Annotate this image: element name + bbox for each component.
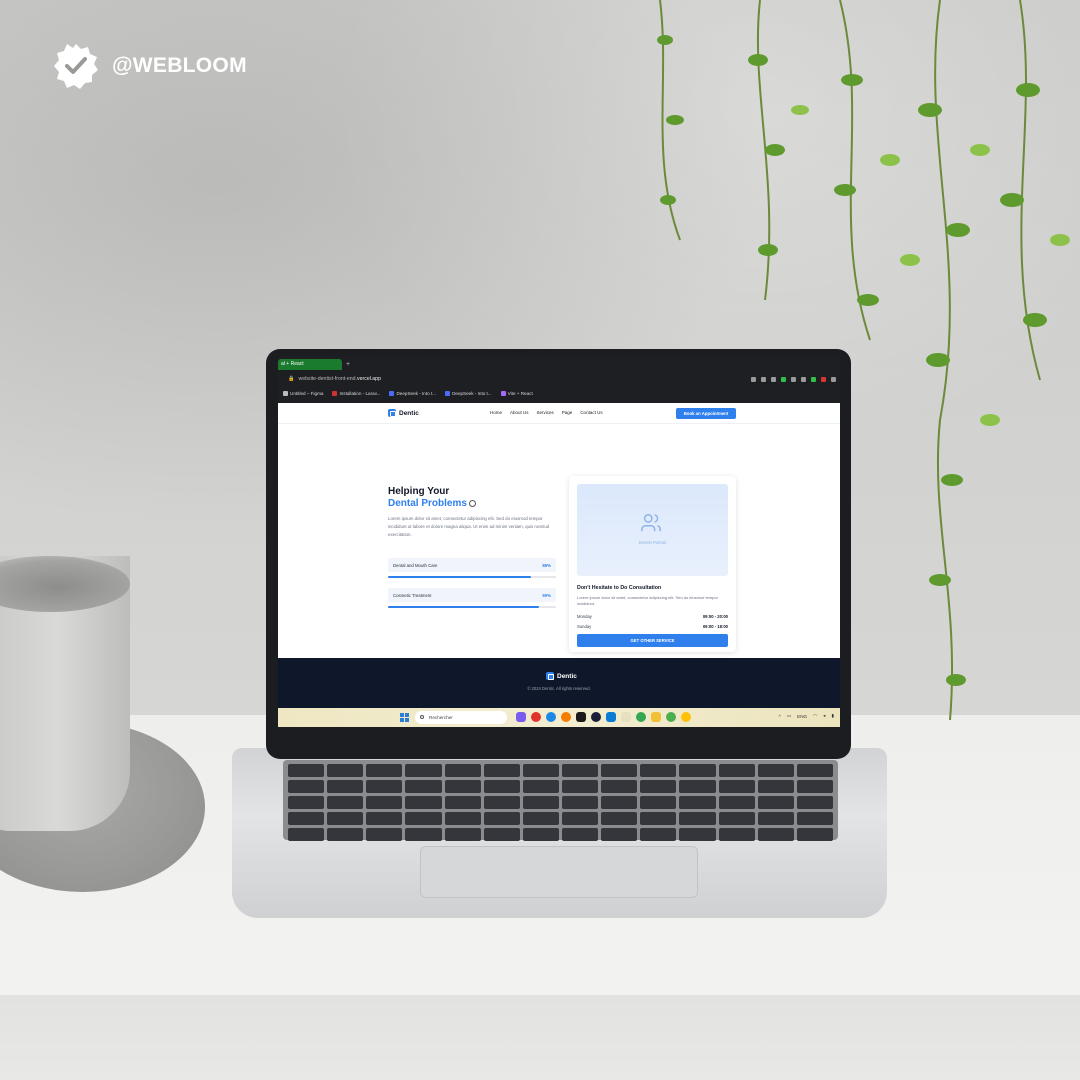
hours-row: Monday 09:00 - 20:00 [577, 613, 728, 619]
edge-icon[interactable] [546, 712, 556, 722]
chevron-up-icon[interactable]: ^ [779, 714, 781, 719]
skill-label: Cosmetic Treatment [393, 592, 432, 598]
browser-chrome: al + React + 🔒 website-dentist-front-end.… [278, 356, 840, 403]
browser-tab-active[interactable]: al + React [278, 359, 342, 370]
nav-home[interactable]: Home [490, 410, 502, 415]
language-indicator[interactable]: ENG [797, 714, 807, 719]
bookmark-item[interactable]: Vite + React [500, 391, 533, 396]
keyboard-icon[interactable]: ▭ [787, 713, 791, 719]
nav-about[interactable]: About Us [510, 410, 529, 415]
users-icon [641, 514, 661, 532]
progress-track [388, 576, 556, 578]
search-icon [420, 715, 424, 719]
laptop-screen: al + React + 🔒 website-dentist-front-end.… [278, 356, 840, 727]
app-icon[interactable] [666, 712, 676, 722]
photo-caption: Dentist Portrait [638, 540, 667, 545]
hero-title-line2: Dental Problems [388, 498, 476, 510]
skill-cosmetic: Cosmetic Treatment 90% [388, 588, 556, 608]
card-title: Don't Hesitate to Do Consultation [577, 585, 662, 591]
sync-icon[interactable] [831, 377, 836, 382]
screenshot-icon[interactable] [771, 377, 776, 382]
windows-start-icon[interactable] [400, 713, 409, 722]
adblock-icon[interactable] [821, 377, 826, 382]
nav-services[interactable]: Services [537, 410, 554, 415]
hero-section: Helping Your Dental Problems Lorem ipsum… [278, 424, 840, 658]
app-icon[interactable] [561, 712, 571, 722]
taskbar-search-input[interactable]: Rechercher [415, 711, 507, 724]
nav-contact[interactable]: Contact Us [580, 410, 602, 415]
dentist-photo-placeholder: Dentist Portrait [577, 484, 728, 576]
vite-icon [500, 391, 506, 396]
app-icon[interactable] [681, 712, 691, 722]
opening-hours: Monday 09:00 - 20:00 Sunday 09:00 - 18:00 [577, 611, 728, 631]
app-icon[interactable] [621, 712, 631, 722]
bookmark-item[interactable]: Installation - Larav... [332, 391, 380, 396]
nav-links: Home About Us Services Page Contact Us [490, 410, 603, 415]
deepseek-icon [445, 391, 451, 396]
translate-icon[interactable] [791, 377, 796, 382]
extensions-toolbar [751, 377, 836, 382]
zoom-icon[interactable] [751, 377, 756, 382]
bookmark-item[interactable]: DeepSeek - Into t... [445, 391, 492, 396]
brand-watermark: @WEBLOOM [52, 42, 247, 90]
bookmark-item[interactable]: Untitled – Figma [283, 391, 323, 396]
site-footer: Dentic © 2024 Dentic. All rights reserve… [278, 658, 840, 708]
heart-extension-icon[interactable] [811, 377, 816, 382]
smile-icon [468, 500, 476, 507]
consultation-card: Dentist Portrait Don't Hesitate to Do Co… [569, 476, 736, 652]
new-tab-button[interactable]: + [346, 359, 350, 370]
app-icon[interactable] [516, 712, 526, 722]
nav-page[interactable]: Page [562, 410, 573, 415]
book-appointment-button[interactable]: Book an Appointment [676, 408, 736, 419]
hero-description: Lorem ipsum dolor sit amet, consectetur … [388, 516, 550, 537]
play-icon[interactable] [801, 377, 806, 382]
taskbar-apps [516, 712, 691, 722]
footer-copyright: © 2024 Dentic. All rights reserved. [527, 686, 591, 691]
site-navbar: Dentic Home About Us Services Page Conta… [278, 403, 840, 424]
laptop-keyboard [283, 760, 838, 841]
bookmark-icon[interactable] [761, 377, 766, 382]
verified-badge-icon [54, 44, 98, 89]
desk-edge [0, 995, 1080, 1080]
get-other-service-button[interactable]: GET OTHER SERVICE [577, 634, 728, 647]
brand-handle: @WEBLOOM [112, 54, 247, 77]
opera-icon[interactable] [531, 712, 541, 722]
battery-icon[interactable]: ▮ [831, 713, 834, 719]
progress-fill [388, 576, 531, 578]
chrome-icon[interactable] [636, 712, 646, 722]
hero-title-line1: Helping Your [388, 486, 450, 497]
card-description: Lorem ipsum dolor sit amet, consectetur … [577, 595, 718, 606]
progress-track [388, 606, 556, 608]
lock-icon: 🔒 [288, 376, 295, 382]
windows-taskbar: Rechercher ^ ▭ ENG ◠ ◂ ▮ [278, 708, 840, 727]
site-logo[interactable]: Dentic [388, 409, 419, 417]
deepseek-icon [389, 391, 395, 396]
bookmarks-bar: Untitled – Figma Installation - Larav...… [283, 391, 533, 396]
tooth-logo-icon [546, 672, 554, 680]
hours-row: Sunday 09:00 - 18:00 [577, 623, 728, 629]
system-tray: ^ ▭ ENG ◠ ◂ ▮ [779, 713, 834, 719]
skill-percent: 90% [542, 592, 551, 598]
vscode-icon[interactable] [606, 712, 616, 722]
trackpad [420, 846, 698, 898]
address-bar[interactable]: 🔒 website-dentist-front-end.vercel.app [288, 375, 381, 384]
bookmark-item[interactable]: DeepSeek - Into t... [389, 391, 436, 396]
skill-dental-care: Dental and Mouth Care 85% [388, 558, 556, 578]
url-domain: vercel.app [357, 376, 381, 382]
url-path: website-dentist-front-end. [298, 376, 358, 382]
app-icon[interactable] [576, 712, 586, 722]
shield-extension-icon[interactable] [781, 377, 786, 382]
skill-label: Dental and Mouth Care [393, 562, 438, 568]
tooth-logo-icon [388, 409, 396, 417]
wifi-icon[interactable]: ◠ [813, 713, 817, 719]
app-icon[interactable] [591, 712, 601, 722]
volume-icon[interactable]: ◂ [823, 713, 825, 719]
laravel-icon [332, 391, 338, 396]
progress-fill [388, 606, 540, 608]
footer-logo[interactable]: Dentic [546, 672, 577, 680]
folder-icon[interactable] [651, 712, 661, 722]
skill-percent: 85% [542, 562, 551, 568]
file-icon [283, 391, 288, 396]
